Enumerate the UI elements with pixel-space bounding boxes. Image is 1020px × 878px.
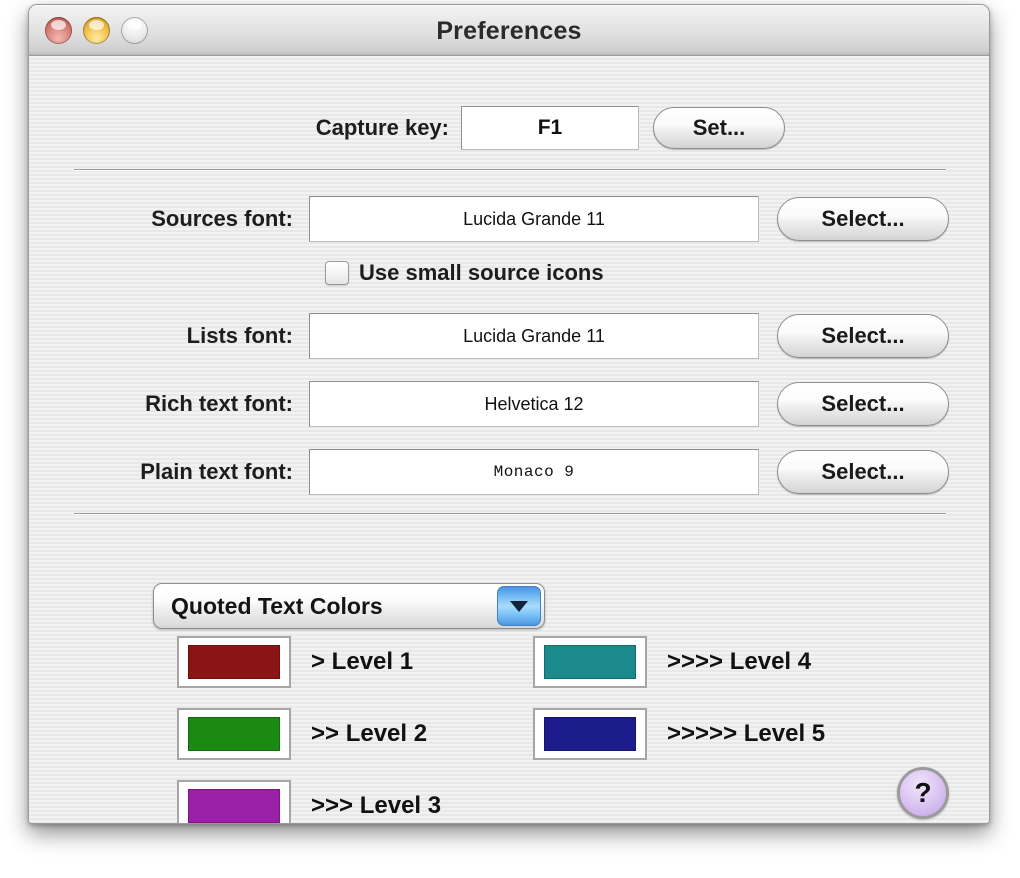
plain-text-font-field[interactable]: Monaco 9	[309, 449, 759, 495]
plain-text-font-label: Plain text font:	[73, 459, 293, 485]
color-swatch-level-2	[188, 717, 280, 751]
quoted-level-row: >>> Level 3	[177, 780, 441, 824]
quoted-level-row: >> Level 2	[177, 708, 427, 760]
color-label-level-3: >>> Level 3	[311, 792, 441, 820]
quoted-level-row: > Level 1	[177, 636, 413, 688]
color-label-level-4: >>>> Level 4	[667, 648, 811, 676]
color-well-level-4[interactable]	[533, 636, 647, 688]
color-well-level-2[interactable]	[177, 708, 291, 760]
quoted-level-row: >>>>> Level 5	[533, 708, 825, 760]
color-well-level-5[interactable]	[533, 708, 647, 760]
plain-text-font-select-button[interactable]: Select...	[777, 450, 949, 494]
sources-font-row: Sources font: Lucida Grande 11 Select...	[93, 196, 949, 242]
lists-font-select-button[interactable]: Select...	[777, 314, 949, 358]
window-title: Preferences	[29, 17, 989, 46]
rich-text-font-select-button[interactable]: Select...	[777, 382, 949, 426]
color-label-level-5: >>>>> Level 5	[667, 720, 825, 748]
lists-font-row: Lists font: Lucida Grande 11 Select...	[93, 313, 949, 359]
color-swatch-level-4	[544, 645, 636, 679]
separator-bottom	[74, 513, 946, 515]
plain-text-font-row: Plain text font: Monaco 9 Select...	[73, 449, 949, 495]
use-small-source-icons-row[interactable]: Use small source icons	[325, 260, 604, 286]
color-well-level-1[interactable]	[177, 636, 291, 688]
sources-font-label: Sources font:	[93, 206, 293, 232]
capture-key-label: Capture key:	[241, 115, 449, 141]
color-swatch-level-3	[188, 789, 280, 823]
lists-font-label: Lists font:	[93, 323, 293, 349]
color-label-level-2: >> Level 2	[311, 720, 427, 748]
sources-font-select-button[interactable]: Select...	[777, 197, 949, 241]
color-label-level-1: > Level 1	[311, 648, 413, 676]
sources-font-field[interactable]: Lucida Grande 11	[309, 196, 759, 242]
quoted-text-colors-popup[interactable]: Quoted Text Colors	[153, 583, 545, 629]
help-button[interactable]: ?	[897, 767, 949, 819]
window-titlebar[interactable]: Preferences	[29, 5, 989, 56]
lists-font-field[interactable]: Lucida Grande 11	[309, 313, 759, 359]
color-well-level-3[interactable]	[177, 780, 291, 824]
separator-top	[74, 169, 946, 171]
screenshot-stage: Preferences Capture key: F1 Set... Sourc…	[0, 0, 1020, 878]
rich-text-font-field[interactable]: Helvetica 12	[309, 381, 759, 427]
use-small-source-icons-checkbox[interactable]	[325, 261, 349, 285]
color-swatch-level-1	[188, 645, 280, 679]
quoted-text-colors-popup-label: Quoted Text Colors	[154, 593, 497, 620]
capture-key-field[interactable]: F1	[461, 106, 639, 150]
rich-text-font-label: Rich text font:	[73, 391, 293, 417]
use-small-source-icons-label: Use small source icons	[359, 260, 604, 286]
preferences-window: Preferences Capture key: F1 Set... Sourc…	[28, 4, 990, 824]
rich-text-font-row: Rich text font: Helvetica 12 Select...	[73, 381, 949, 427]
quoted-level-row: >>>> Level 4	[533, 636, 811, 688]
color-swatch-level-5	[544, 717, 636, 751]
capture-key-row: Capture key: F1 Set...	[241, 106, 785, 150]
chevron-down-icon[interactable]	[497, 586, 541, 626]
capture-key-set-button[interactable]: Set...	[653, 107, 785, 149]
preferences-content: Capture key: F1 Set... Sources font: Luc…	[29, 56, 989, 824]
